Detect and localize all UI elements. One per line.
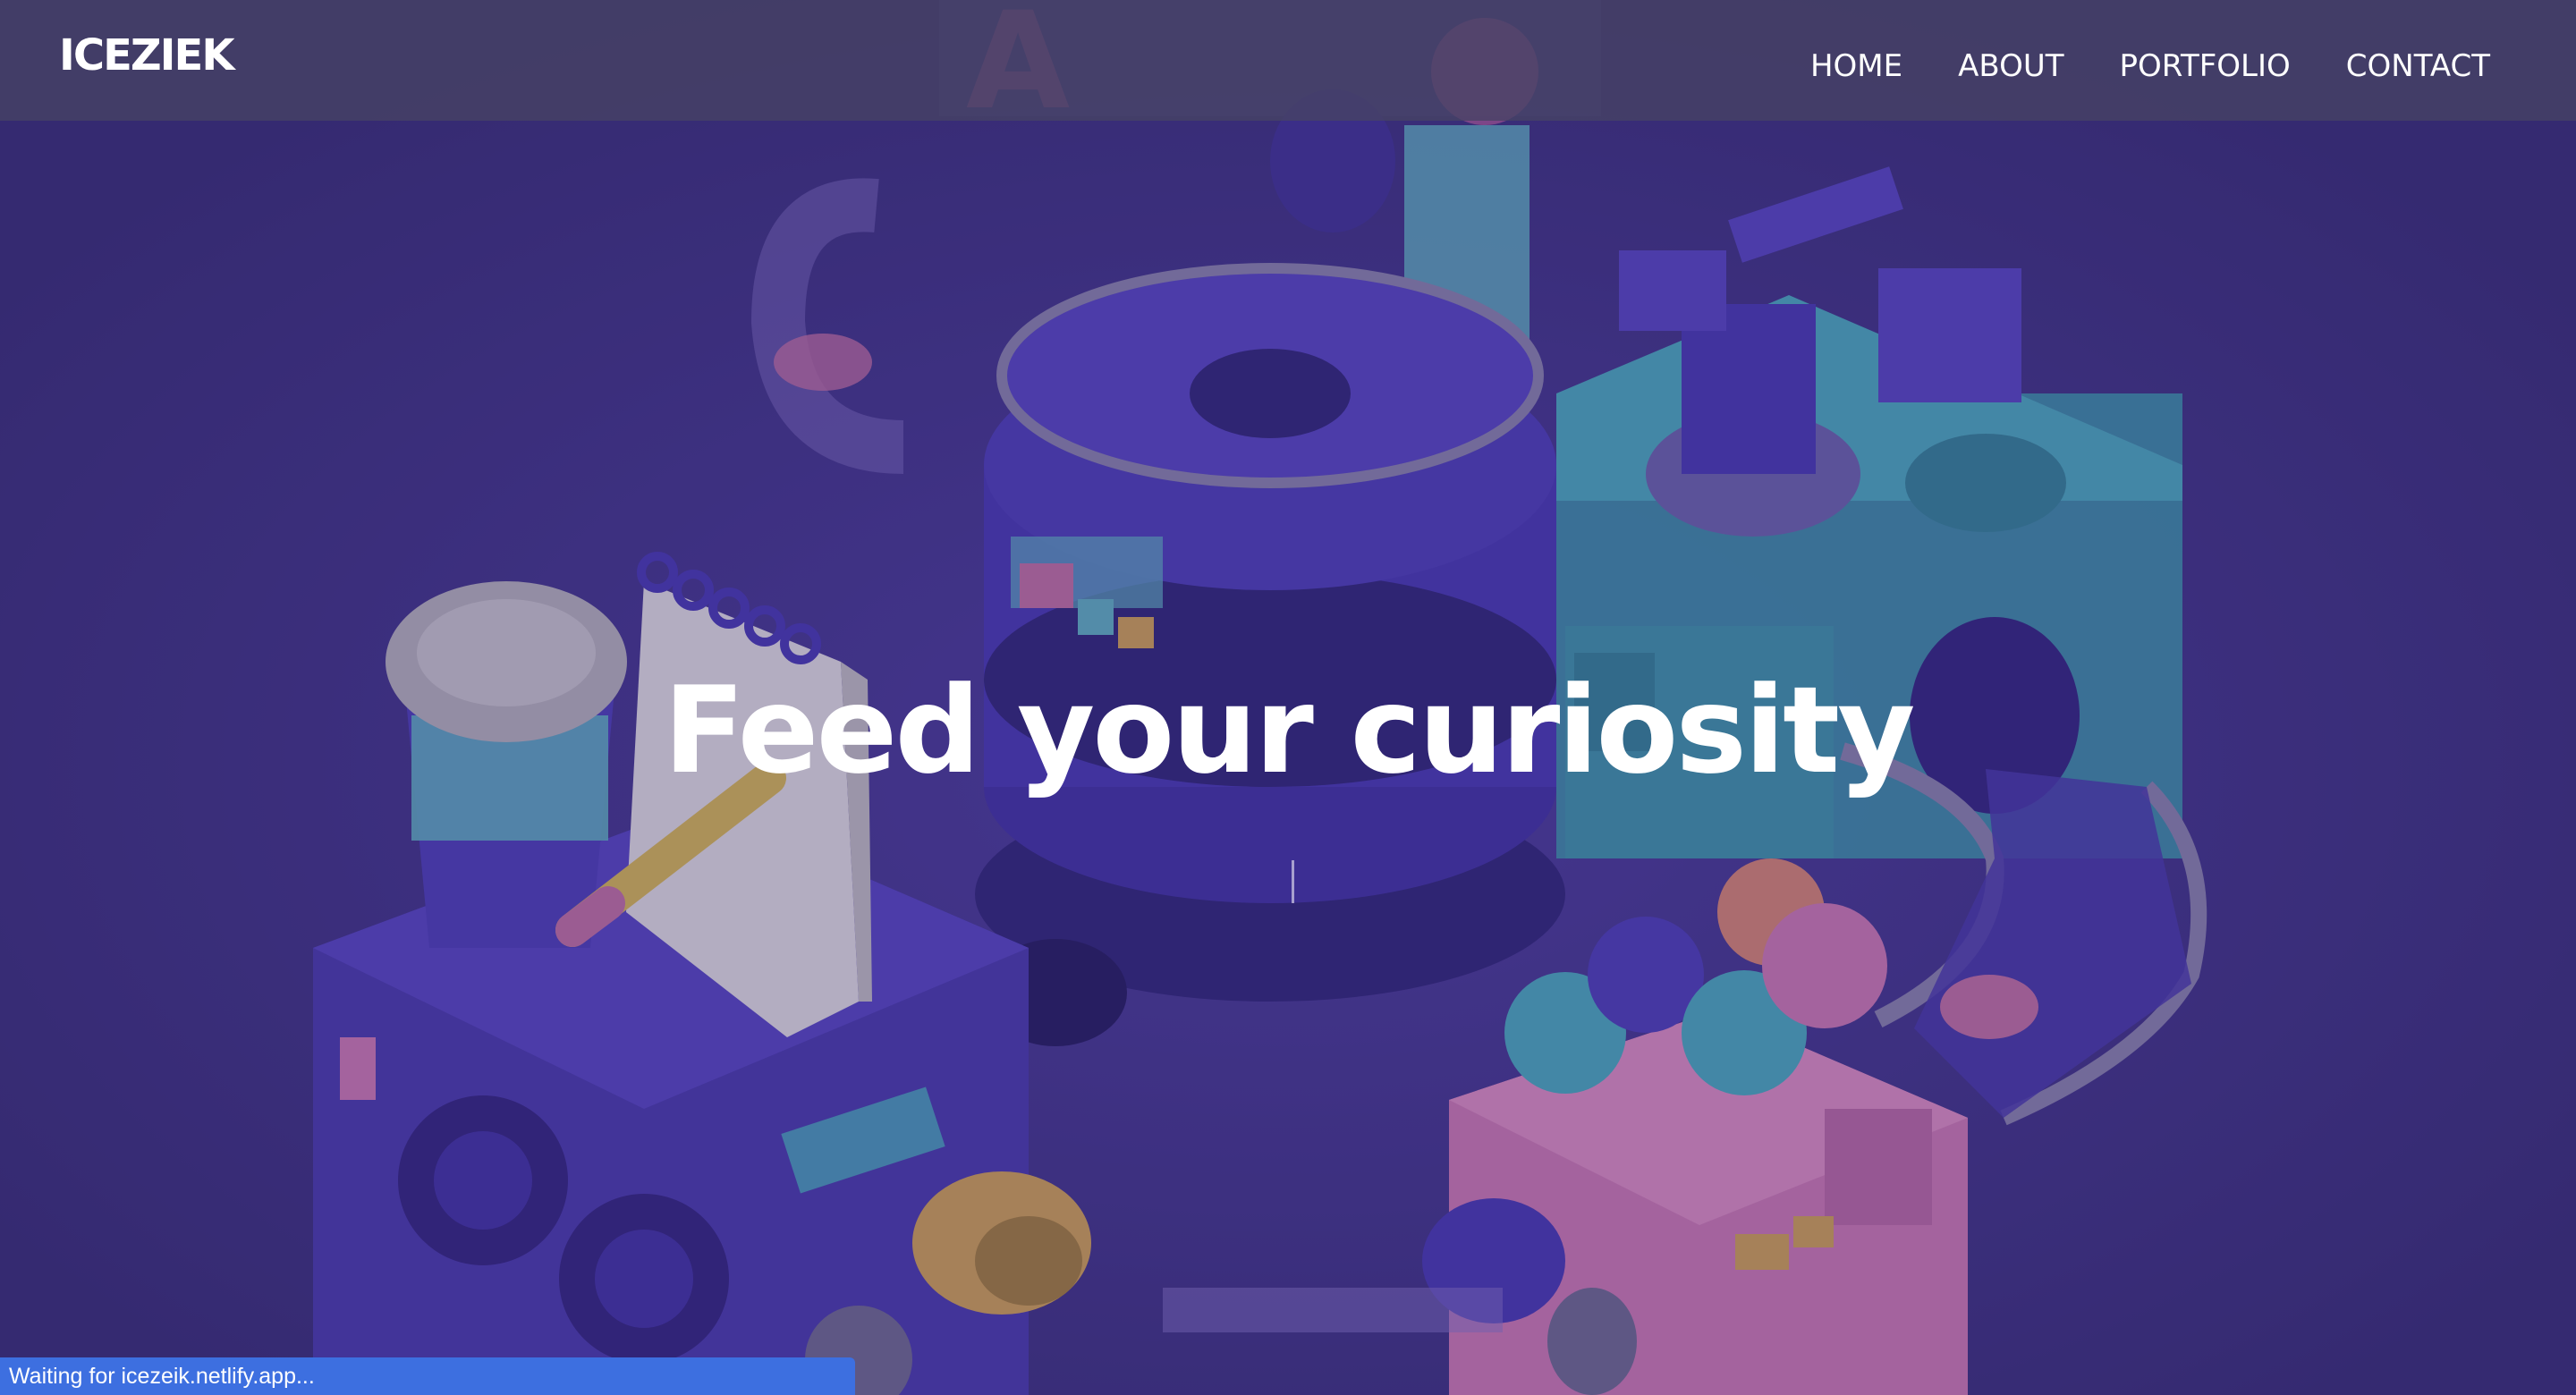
nav-item-contact[interactable]: CONTACT	[2346, 48, 2490, 84]
site-logo[interactable]: ICEZIEK	[59, 30, 235, 80]
text-cursor	[1292, 860, 1294, 903]
nav-links: HOME ABOUT PORTFOLIO CONTACT	[1810, 48, 2490, 84]
status-text: Waiting for icezeik.netlify.app...	[9, 1364, 315, 1389]
page: A	[0, 0, 2576, 1395]
navbar: ICEZIEK HOME ABOUT PORTFOLIO CONTACT	[0, 0, 2576, 121]
nav-item-home[interactable]: HOME	[1810, 48, 1902, 84]
nav-item-portfolio[interactable]: PORTFOLIO	[2120, 48, 2291, 84]
nav-item-about[interactable]: ABOUT	[1958, 48, 2063, 84]
browser-status-bar: Waiting for icezeik.netlify.app...	[0, 1357, 855, 1395]
hero-title: Feed your curiosity	[663, 661, 1916, 800]
